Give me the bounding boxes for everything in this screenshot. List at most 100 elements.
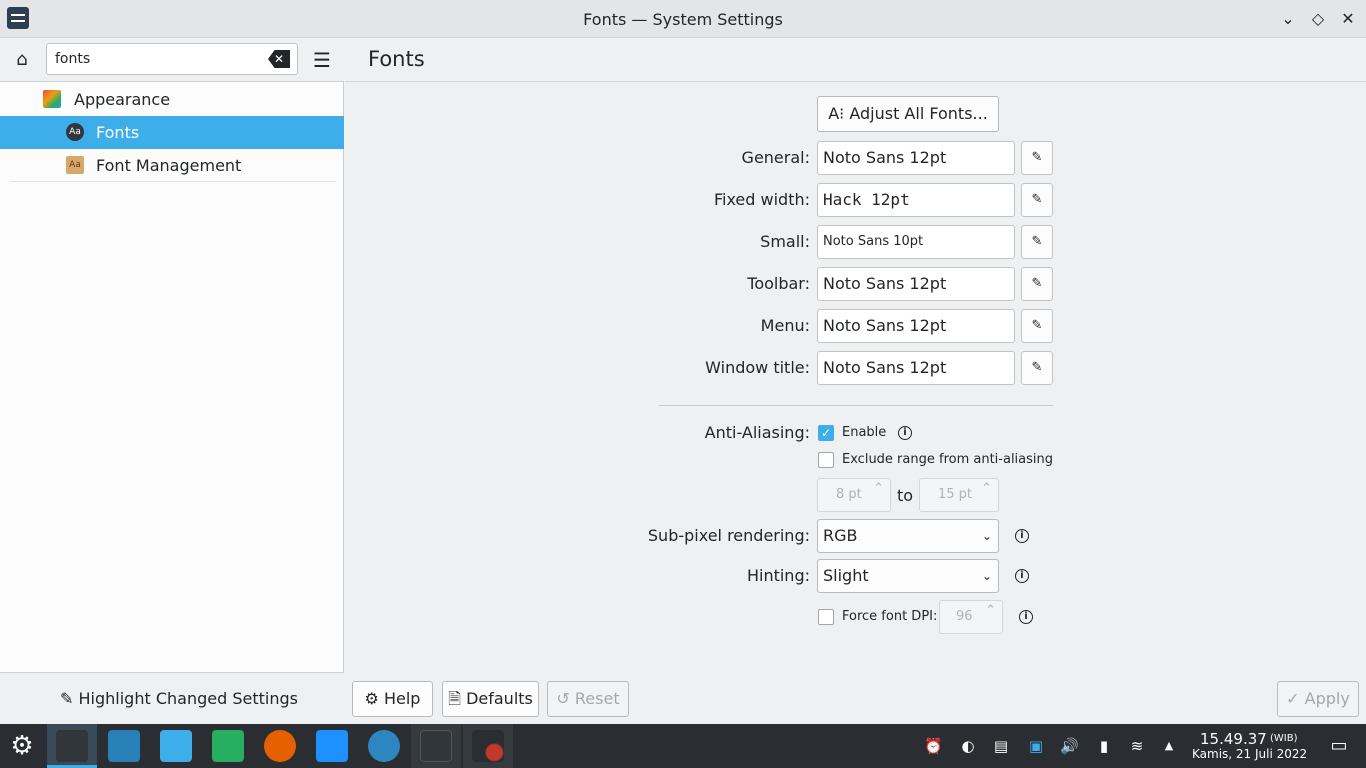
sidebar-header: ⌂ fonts ✕ ☰	[0, 38, 344, 82]
chevron-down-icon: ⌄	[981, 569, 992, 583]
fixed-width-label: Fixed width:	[713, 190, 810, 209]
adjust-fonts-icon: A⁝	[828, 104, 845, 123]
menu-edit-button[interactable]: ✎	[1021, 309, 1053, 343]
notification-icon[interactable]: ▣	[1027, 737, 1045, 755]
highlight-changed-settings-button[interactable]: ✎ Highlight Changed Settings	[60, 689, 298, 708]
help-button[interactable]: ⚙ Help	[352, 681, 433, 717]
adjust-all-fonts-button[interactable]: A⁝ Adjust All Fonts...	[817, 96, 999, 132]
bottom-button-bar: ⚙ Help 🗎 Defaults ↺ Reset ✓ Apply	[345, 672, 1366, 724]
check-icon: ✓	[1286, 689, 1300, 708]
subpixel-rendering-label: Sub-pixel rendering:	[647, 526, 810, 545]
battery-icon[interactable]: ▮	[1095, 737, 1113, 755]
general-edit-button[interactable]: ✎	[1021, 141, 1053, 175]
sidebar-item-appearance[interactable]: Appearance	[0, 83, 344, 116]
force-dpi-label: Force font DPI:	[842, 609, 938, 624]
general-label: General:	[741, 148, 810, 167]
terminal-task-icon[interactable]	[420, 730, 452, 762]
reset-icon: ↺	[556, 689, 570, 708]
fixed-width-edit-button[interactable]: ✎	[1021, 183, 1053, 217]
reset-button[interactable]: ↺ Reset	[547, 681, 629, 717]
sidebar-item-label: Font Management	[96, 156, 242, 175]
sidebar: ⌂ fonts ✕ ☰ Appearance Aa Fonts Aa Font …	[0, 38, 344, 724]
small-edit-button[interactable]: ✎	[1021, 225, 1053, 259]
sidebar-item-font-management[interactable]: Aa Font Management	[0, 149, 344, 182]
sidebar-footer: ✎ Highlight Changed Settings	[0, 672, 344, 724]
pencil-icon: ✎	[1031, 276, 1043, 291]
force-dpi-checkbox[interactable]	[818, 609, 834, 625]
anti-aliasing-label: Anti-Aliasing:	[704, 423, 810, 442]
sidebar-item-label: Appearance	[74, 90, 171, 109]
small-font-field: Noto Sans 10pt	[817, 225, 1015, 259]
info-icon[interactable]: i	[1019, 610, 1033, 624]
mail-task-icon[interactable]	[368, 730, 400, 762]
window-title-font-field: Noto Sans 12pt	[817, 351, 1015, 385]
info-icon[interactable]: i	[1015, 569, 1029, 583]
page-title: Fonts	[368, 47, 425, 71]
tray-expand-icon[interactable]: ▲	[1160, 737, 1178, 755]
sidebar-item-label: Fonts	[96, 123, 140, 142]
firefox-task-icon[interactable]	[264, 730, 296, 762]
info-icon[interactable]: i	[898, 426, 912, 440]
close-icon[interactable]: ✕	[1337, 8, 1359, 30]
file-manager-task-icon[interactable]	[160, 730, 192, 762]
apply-button[interactable]: ✓ Apply	[1277, 681, 1359, 717]
range-to-spinbox: 15 pt ⌃	[919, 478, 999, 512]
clipboard-icon[interactable]: ▤	[992, 737, 1010, 755]
section-divider	[659, 405, 1053, 406]
fonts-icon: Aa	[66, 123, 84, 141]
page-header: Fonts	[345, 38, 1366, 82]
subpixel-rendering-select[interactable]: RGB ⌄	[817, 519, 999, 553]
range-to-label: to	[897, 486, 914, 505]
clock-time[interactable]: 15.49.37	[1200, 730, 1267, 748]
window-title: Fonts — System Settings	[583, 10, 783, 29]
minimize-icon[interactable]: ⌄	[1277, 8, 1299, 30]
adjust-all-fonts-label: Adjust All Fonts...	[849, 104, 988, 123]
maximize-icon[interactable]: ◇	[1307, 8, 1329, 30]
spin-arrows-icon: ⌃	[981, 481, 992, 496]
defaults-label: Defaults	[466, 689, 533, 708]
discover-task-icon[interactable]	[108, 730, 140, 762]
toolbar-label: Toolbar:	[747, 274, 810, 293]
hamburger-menu-icon[interactable]: ☰	[310, 48, 334, 72]
molecule-app-task-icon[interactable]	[472, 730, 504, 762]
window-title-label: Window title:	[705, 358, 810, 377]
fonts-settings-panel: A⁝ Adjust All Fonts... General: Noto San…	[345, 82, 1366, 672]
toolbar-edit-button[interactable]: ✎	[1021, 267, 1053, 301]
application-launcher-icon[interactable]: ⚙	[6, 730, 38, 762]
check-icon: ✓	[820, 426, 832, 440]
toolbar-font-field: Noto Sans 12pt	[817, 267, 1015, 301]
defaults-button[interactable]: 🗎 Defaults	[442, 681, 539, 717]
font-management-icon: Aa	[66, 156, 84, 174]
exclude-range-label: Exclude range from anti-aliasing	[842, 452, 1054, 467]
hinting-select[interactable]: Slight ⌄	[817, 559, 999, 593]
menu-font-field: Noto Sans 12pt	[817, 309, 1015, 343]
title-bar: Fonts — System Settings ⌄ ◇ ✕	[0, 0, 1366, 38]
range-to-value: 15 pt	[938, 487, 973, 502]
sidebar-item-fonts[interactable]: Aa Fonts	[0, 116, 344, 149]
exclude-range-checkbox[interactable]	[818, 452, 834, 468]
enable-label: Enable	[842, 425, 887, 440]
info-icon[interactable]: i	[1015, 529, 1029, 543]
update-icon[interactable]: ◐	[959, 737, 977, 755]
document-task-icon[interactable]	[316, 730, 348, 762]
highlight-changed-settings-label: Highlight Changed Settings	[78, 689, 298, 708]
spin-arrows-icon: ⌃	[873, 481, 884, 496]
spreadsheet-task-icon[interactable]	[212, 730, 244, 762]
subpixel-rendering-value: RGB	[823, 526, 858, 545]
small-label: Small:	[760, 232, 810, 251]
wifi-icon[interactable]: ≋	[1128, 737, 1146, 755]
system-settings-task-icon[interactable]	[56, 730, 88, 762]
home-icon[interactable]: ⌂	[10, 48, 34, 72]
search-input[interactable]: fonts	[46, 43, 298, 75]
general-font-field: Noto Sans 12pt	[817, 141, 1015, 175]
anti-aliasing-enable-checkbox[interactable]: ✓	[818, 425, 834, 441]
show-desktop-icon[interactable]: ▭	[1330, 737, 1348, 755]
alarm-icon[interactable]: ⏰	[924, 737, 943, 755]
pencil-icon: ✎	[1031, 360, 1043, 375]
chevron-down-icon: ⌄	[981, 529, 992, 543]
spin-arrows-icon: ⌃	[985, 603, 996, 618]
volume-icon[interactable]: 🔊	[1060, 737, 1079, 755]
pencil-icon: ✎	[1031, 192, 1043, 207]
hinting-label: Hinting:	[746, 566, 810, 585]
window-title-edit-button[interactable]: ✎	[1021, 351, 1053, 385]
